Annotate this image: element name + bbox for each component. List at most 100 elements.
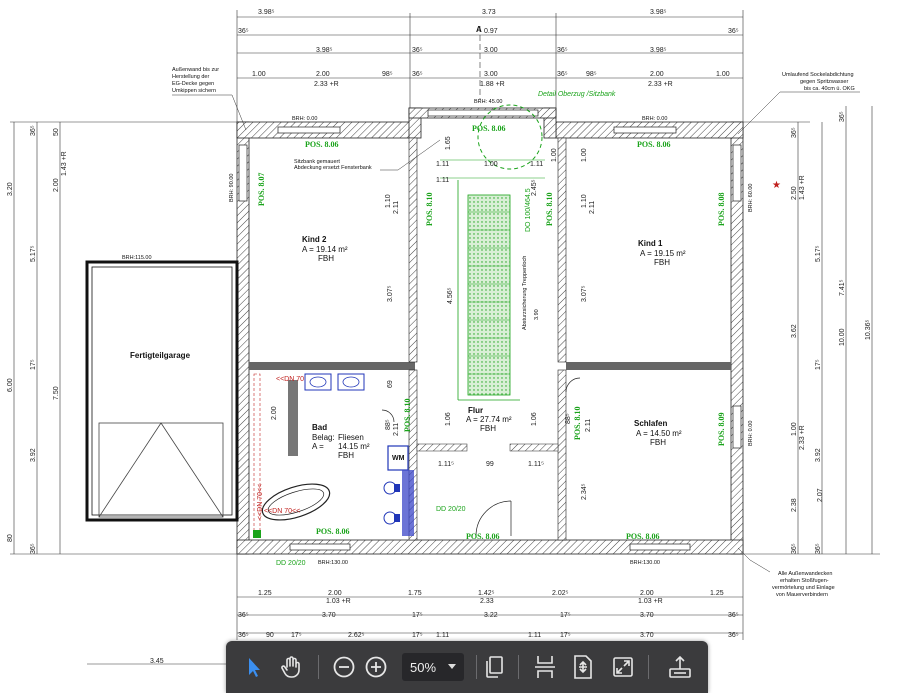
svg-text:17⁵: 17⁵: [815, 359, 822, 370]
hand-icon: [279, 655, 303, 679]
hand-tool-button[interactable]: [276, 651, 306, 683]
zoom-level-value: 50%: [410, 659, 437, 675]
svg-text:3.00: 3.00: [484, 47, 498, 54]
fit-page-button[interactable]: [568, 651, 598, 683]
svg-text:3.07⁵: 3.07⁵: [581, 285, 588, 302]
svg-text:3.45: 3.45: [150, 658, 164, 665]
svg-text:BRH: 45.00: BRH: 45.00: [474, 99, 502, 105]
svg-text:3.92: 3.92: [815, 448, 822, 462]
svg-text:1.06: 1.06: [445, 412, 452, 426]
svg-text:1.11: 1.11: [528, 632, 541, 639]
svg-text:3.20: 3.20: [7, 182, 14, 196]
svg-text:2.45⁵: 2.45⁵: [531, 179, 538, 196]
svg-text:36⁵: 36⁵: [839, 111, 846, 122]
svg-text:BRH: 60.00: BRH: 60.00: [748, 184, 754, 212]
svg-text:3.70: 3.70: [640, 612, 654, 619]
svg-text:POS. 8.10: POS. 8.10: [573, 406, 582, 440]
svg-text:3.98⁵: 3.98⁵: [650, 47, 667, 54]
toolbar-divider: [318, 655, 319, 679]
svg-text:POS. 8.07: POS. 8.07: [257, 172, 266, 206]
svg-text:POS. 8.06: POS. 8.06: [472, 124, 506, 133]
svg-text:1.06: 1.06: [531, 412, 538, 426]
svg-text:WM: WM: [392, 455, 405, 462]
svg-text:<<DN 70<<: <<DN 70<<: [264, 508, 300, 515]
toolbar-divider: [648, 655, 649, 679]
svg-text:17⁵: 17⁵: [560, 632, 571, 639]
svg-text:7.50: 7.50: [53, 386, 60, 400]
svg-text:Absturzsicherung Treppenloch: Absturzsicherung Treppenloch: [522, 256, 528, 330]
svg-text:Kind 1: Kind 1: [638, 239, 663, 248]
share-icon: [667, 655, 693, 679]
svg-text:A =: A =: [312, 442, 324, 451]
page-split-button[interactable]: [530, 651, 560, 683]
svg-text:BRH: 0.00: BRH: 0.00: [642, 116, 667, 122]
svg-text:EG-Decke gegen: EG-Decke gegen: [172, 81, 214, 87]
svg-text:BRH: 0.00: BRH: 0.00: [292, 116, 317, 122]
svg-text:17⁵: 17⁵: [291, 632, 302, 639]
svg-text:Herstellung der: Herstellung der: [172, 74, 209, 80]
svg-text:1.10: 1.10: [385, 194, 392, 208]
svg-text:1.00: 1.00: [484, 161, 498, 168]
red-star-icon: ★: [772, 180, 781, 191]
svg-text:2.00: 2.00: [650, 71, 664, 78]
svg-text:1.00: 1.00: [716, 71, 730, 78]
svg-text:gegen Spritzwasser: gegen Spritzwasser: [800, 79, 848, 85]
svg-text:2.38: 2.38: [791, 498, 798, 512]
zoom-out-button[interactable]: [330, 651, 358, 683]
svg-text:FBH: FBH: [318, 254, 334, 263]
svg-text:POS. 8.06: POS. 8.06: [626, 532, 660, 541]
svg-text:3.07⁵: 3.07⁵: [387, 285, 394, 302]
svg-text:A = 19.15 m²: A = 19.15 m²: [640, 249, 686, 258]
select-tool-button[interactable]: [240, 651, 268, 683]
svg-text:1.88 +R: 1.88 +R: [480, 81, 505, 88]
svg-text:BRH: 90.00: BRH: 90.00: [229, 174, 235, 202]
svg-text:36⁵: 36⁵: [30, 125, 37, 136]
share-button[interactable]: [664, 651, 696, 683]
svg-text:FBH: FBH: [480, 424, 496, 433]
svg-text:1.11: 1.11: [436, 632, 449, 639]
svg-text:50: 50: [53, 128, 60, 136]
svg-text:bis ca. 40cm ü. OKG: bis ca. 40cm ü. OKG: [804, 86, 855, 92]
svg-text:2.34⁵: 2.34⁵: [581, 483, 588, 500]
svg-text:69: 69: [387, 380, 394, 388]
svg-text:Alle Außenwandecken: Alle Außenwandecken: [778, 571, 832, 577]
svg-text:36⁵: 36⁵: [728, 28, 739, 35]
svg-text:3.62: 3.62: [791, 324, 798, 338]
svg-text:BRH: 0.00: BRH: 0.00: [748, 421, 754, 446]
svg-text:90: 90: [266, 632, 274, 639]
page-split-icon: [533, 654, 557, 680]
expand-button[interactable]: [608, 651, 638, 683]
svg-text:36⁵: 36⁵: [30, 543, 37, 554]
svg-text:1.11⁵: 1.11⁵: [438, 461, 454, 468]
svg-text:3.70: 3.70: [322, 612, 336, 619]
svg-text:0.97: 0.97: [484, 28, 498, 35]
svg-text:36⁵: 36⁵: [815, 543, 822, 554]
svg-text:A = 27.74 m²: A = 27.74 m²: [466, 415, 512, 424]
copy-pages-icon: [483, 655, 505, 679]
top-dimensions: 3.98⁵ 3.73 3.98⁵ 36⁵ 0.97 36⁵ 3.98⁵ 36⁵ …: [238, 9, 739, 88]
svg-text:88⁵: 88⁵: [565, 413, 572, 424]
svg-text:1.11⁵: 1.11⁵: [528, 461, 544, 468]
zoom-level-select[interactable]: 50%: [402, 653, 464, 681]
svg-text:POS. 8.06: POS. 8.06: [466, 532, 500, 541]
svg-text:FBH: FBH: [338, 451, 354, 460]
svg-text:Umlaufend Sockelabdichtung: Umlaufend Sockelabdichtung: [782, 72, 854, 78]
svg-text:2.07: 2.07: [817, 488, 824, 502]
svg-text:36⁵: 36⁵: [238, 632, 249, 639]
svg-text:10.00: 10.00: [839, 328, 846, 346]
svg-text:2.33 +R: 2.33 +R: [314, 81, 339, 88]
svg-text:POS. 8.10: POS. 8.10: [545, 192, 554, 226]
svg-text:1.00: 1.00: [791, 422, 798, 436]
svg-text:DD 20/20: DD 20/20: [436, 506, 466, 513]
svg-text:Fertigteilgarage: Fertigteilgarage: [130, 351, 191, 360]
svg-text:17⁵: 17⁵: [412, 612, 423, 619]
svg-text:14.15 m²: 14.15 m²: [338, 442, 370, 451]
zoom-in-button[interactable]: [362, 651, 390, 683]
svg-text:1.11: 1.11: [436, 161, 449, 168]
svg-text:POS. 8.09: POS. 8.09: [717, 412, 726, 446]
svg-text:2.00: 2.00: [640, 590, 654, 597]
copy-pages-button[interactable]: [480, 651, 508, 683]
svg-text:vermörtelung und Einlage: vermörtelung und Einlage: [772, 585, 835, 591]
svg-text:A = 19.14 m²: A = 19.14 m²: [302, 245, 348, 254]
zoom-in-icon: [364, 655, 388, 679]
